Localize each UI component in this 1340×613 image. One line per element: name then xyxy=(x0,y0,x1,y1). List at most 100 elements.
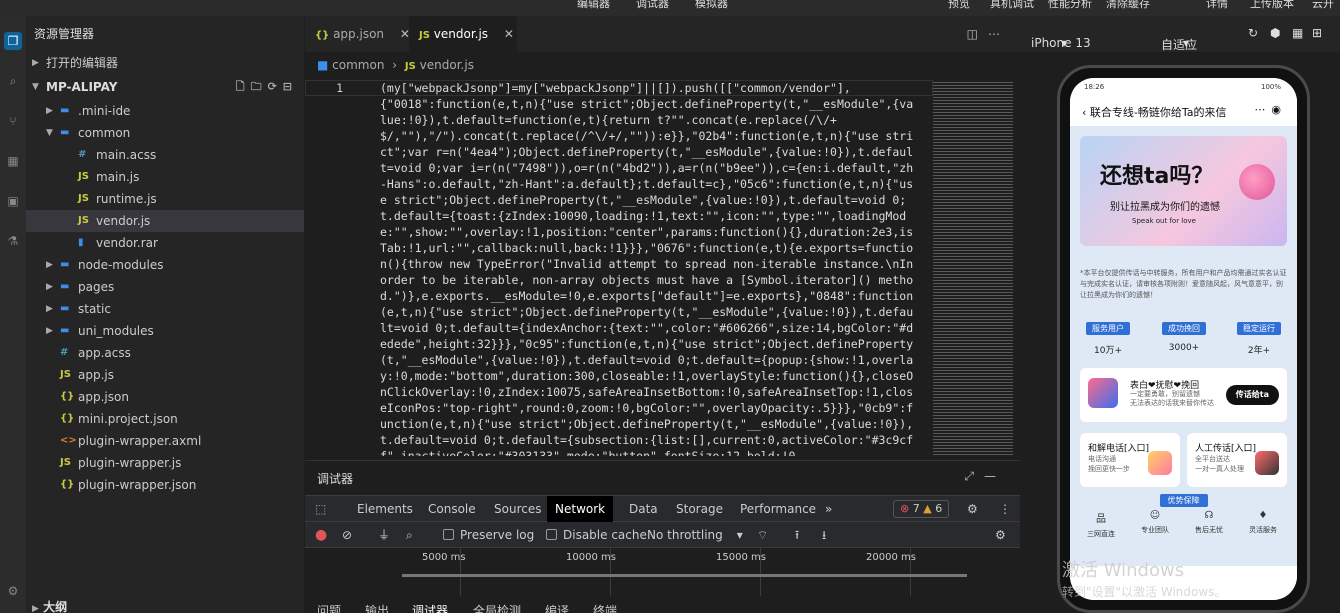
menu-debugger[interactable]: 调试器 xyxy=(636,0,669,11)
chevron-right-icon: ▶ xyxy=(46,282,53,292)
network-timeline[interactable]: 5000 ms 10000 ms 15000 ms 20000 ms xyxy=(305,548,1020,596)
send-message-button[interactable]: 传话给ta xyxy=(1225,385,1279,405)
minimap[interactable] xyxy=(933,80,1013,456)
panel-controls[interactable]: ⤢— xyxy=(964,469,1006,484)
tree-file[interactable]: {} plugin-wrapper.json xyxy=(26,474,304,496)
issue-badge[interactable]: ⊗ 7 ▲ 6 xyxy=(893,500,950,518)
tab-console[interactable]: Console xyxy=(428,496,476,522)
capsule-menu-icon[interactable]: ⋯◉ xyxy=(1254,103,1287,116)
menu-device-debug[interactable]: 真机调试 xyxy=(990,0,1034,11)
network-settings-icon[interactable]: ⚙ xyxy=(995,522,1006,548)
tree-folder[interactable]: ▼ ▬ common xyxy=(26,122,304,144)
throttling-select[interactable]: No throttling ▾ xyxy=(647,522,743,548)
tree-file[interactable]: # app.acss xyxy=(26,342,304,364)
grid-icon[interactable]: ▦ xyxy=(1292,26,1303,40)
tab-performance[interactable]: Performance xyxy=(740,496,816,522)
debug-icon[interactable]: ▣ xyxy=(4,192,22,210)
tab-storage[interactable]: Storage xyxy=(676,496,723,522)
service-item[interactable]: ☺ 专业团队 xyxy=(1130,510,1180,535)
explorer-toolbar[interactable]: 🗋🗀⟳⊟ xyxy=(236,76,298,98)
tree-file[interactable]: <> plugin-wrapper.axml xyxy=(26,430,304,452)
disable-cache-checkbox[interactable]: Disable cache xyxy=(546,522,647,548)
tree-file[interactable]: JS app.js xyxy=(26,364,304,386)
code-area[interactable]: 1 (my["webpackJsonp"]=my["webpackJsonp"]… xyxy=(305,80,1020,456)
breadcrumb-folder[interactable]: common xyxy=(332,58,384,72)
back-icon[interactable]: ‹ xyxy=(1082,106,1090,119)
menu-cloud[interactable]: 云开 xyxy=(1312,0,1334,11)
preserve-log-checkbox[interactable]: Preserve log xyxy=(443,522,534,548)
apps-icon[interactable]: ⊞ xyxy=(1312,26,1322,40)
tab-network[interactable]: Network xyxy=(547,496,614,522)
tab-app-json[interactable]: {} app.json ✕ xyxy=(305,16,410,52)
tree-folder[interactable]: ▶ ▬ pages xyxy=(26,276,304,298)
code-text[interactable]: (my["webpackJsonp"]=my["webpackJsonp"]||… xyxy=(380,80,920,456)
tree-file[interactable]: JS main.js xyxy=(26,166,304,188)
tree-file[interactable]: {} mini.project.json xyxy=(26,408,304,430)
service-item[interactable]: 品三网直连 xyxy=(1076,510,1126,539)
tab-elements[interactable]: Elements xyxy=(357,496,413,522)
menu-details[interactable]: 详情 xyxy=(1206,0,1228,11)
search-icon[interactable]: ⌕ xyxy=(406,522,413,548)
tree-file[interactable]: {} app.json xyxy=(26,386,304,408)
confession-card[interactable]: 表白❤抚慰❤挽回 一定要勇敢，别留遗憾 无法表达的话我来替你传达 传话给ta xyxy=(1080,368,1287,422)
menu-upload[interactable]: 上传版本 xyxy=(1250,0,1294,11)
phone-screen[interactable]: 18:26 100% ‹ 联合专线-畅链你给Ta的来信 ⋯◉ 还想ta吗？ 别让… xyxy=(1070,78,1297,600)
tab-sources[interactable]: Sources xyxy=(494,496,541,522)
service-item[interactable]: ☊ 售后无忧 xyxy=(1184,510,1234,535)
menu-simulator[interactable]: 模拟器 xyxy=(695,0,728,11)
tree-folder[interactable]: ▶ ▬ node-modules xyxy=(26,254,304,276)
refresh-icon[interactable]: ↻ xyxy=(1248,26,1258,40)
code-editor: {} app.json ✕ JS vendor.js ✕ ◫⋯ ■ common… xyxy=(305,16,1020,456)
tree-file[interactable]: # main.acss xyxy=(26,144,304,166)
open-editors-section[interactable]: ▶ 打开的编辑器 xyxy=(26,52,304,74)
cube-icon[interactable]: ⬢ xyxy=(1270,26,1280,40)
search-icon[interactable]: ⌕ xyxy=(4,72,22,90)
filter-icon[interactable]: ⏚ xyxy=(378,522,390,548)
tab-debugger[interactable]: 调试器 xyxy=(412,602,448,613)
diamond-icon: ♦ xyxy=(1258,510,1268,521)
settings-gear-icon[interactable]: ⚙ xyxy=(967,496,978,522)
tree-file[interactable]: ▮ vendor.rar xyxy=(26,232,304,254)
service-item[interactable]: ♦ 灵活服务 xyxy=(1238,510,1288,535)
explorer-icon[interactable]: ❐ xyxy=(4,32,22,50)
outline-section[interactable]: ▶ 大纲 xyxy=(26,598,304,613)
breadcrumb-file[interactable]: vendor.js xyxy=(420,58,474,72)
tree-file[interactable]: JS vendor.js xyxy=(26,210,304,232)
folder-icon: ■ xyxy=(317,58,329,72)
download-icon[interactable]: ⭳ xyxy=(822,522,826,548)
menu-clear-cache[interactable]: 清除缓存 xyxy=(1106,0,1150,11)
upload-icon[interactable]: ⭱ xyxy=(795,522,799,548)
call-card[interactable]: 和解电话[入口] 电话沟通 挽回更快一步 xyxy=(1080,433,1180,487)
tab-global-check[interactable]: 全局检测 xyxy=(473,602,521,613)
tab-output[interactable]: 输出 xyxy=(365,602,389,613)
test-icon[interactable]: ⚗ xyxy=(4,232,22,250)
tree-folder[interactable]: ▶ ▬ static xyxy=(26,298,304,320)
record-icon[interactable]: ● xyxy=(315,522,327,548)
tree-folder[interactable]: ▶ ▬ uni_modules xyxy=(26,320,304,342)
tree-file[interactable]: JS plugin-wrapper.js xyxy=(26,452,304,474)
source-control-icon[interactable]: ⑂ xyxy=(4,112,22,130)
close-icon[interactable]: ✕ xyxy=(504,27,514,41)
kebab-menu-icon[interactable]: ⋮ xyxy=(999,496,1011,522)
menu-preview[interactable]: 预览 xyxy=(948,0,970,11)
inspect-icon[interactable]: ⬚ xyxy=(315,496,326,522)
manual-relay-card[interactable]: 人工传话[入口] 全平台送达 一对一真人处理 xyxy=(1187,433,1287,487)
tab-compile[interactable]: 编译 xyxy=(545,602,569,613)
tab-vendor-js[interactable]: JS vendor.js ✕ xyxy=(409,16,517,52)
tree-folder[interactable]: ▶ ▬ .mini-ide xyxy=(26,100,304,122)
project-section[interactable]: ▼ MP-ALIPAY 🗋🗀⟳⊟ xyxy=(26,76,304,98)
more-tabs-icon[interactable]: » xyxy=(825,496,832,522)
menu-performance[interactable]: 性能分析 xyxy=(1048,0,1092,11)
gear-icon[interactable]: ⚙ xyxy=(4,582,22,600)
tree-file[interactable]: JS runtime.js xyxy=(26,188,304,210)
clear-icon[interactable]: ⊘ xyxy=(342,522,352,548)
split-editor-icon[interactable]: ◫⋯ xyxy=(967,16,1010,52)
tree-item-label: vendor.js xyxy=(96,214,151,228)
wifi-icon[interactable]: ⌔ xyxy=(757,522,768,548)
hero-banner[interactable]: 还想ta吗？ 别让拉黑成为你们的遗憾 Speak out for love xyxy=(1080,136,1287,246)
menu-editor[interactable]: 编辑器 xyxy=(577,0,610,11)
tab-problems[interactable]: 问题 xyxy=(317,602,341,613)
tab-data[interactable]: Data xyxy=(629,496,658,522)
tab-terminal[interactable]: 终端 xyxy=(593,602,617,613)
extensions-icon[interactable]: ▦ xyxy=(4,152,22,170)
